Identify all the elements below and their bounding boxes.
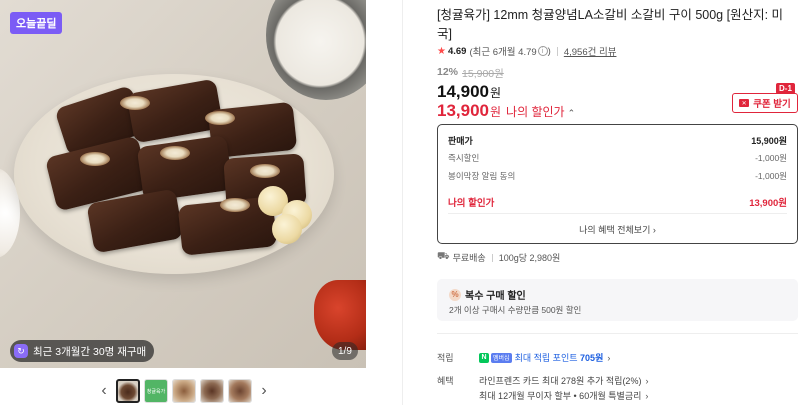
original-price: 15,900원 [462, 68, 504, 80]
separator [556, 46, 558, 56]
product-gallery: 오늘끝딜 ↻ 최근 3개월간 30명 재구매 1/9 ‹ 청귤육가 › [0, 0, 366, 405]
kimchi-image [314, 280, 366, 350]
breakdown-final-value: 13,900원 [749, 198, 787, 209]
rating-detail: (최근 6개월 4.79 [469, 47, 537, 58]
divider [448, 213, 787, 214]
benefits-label: 혜택 [437, 376, 454, 386]
benefits-row: 혜택 라인프렌즈 카드 최대 278원 추가 적립(2%) › 최대 12개월 무… [437, 374, 648, 404]
separator [491, 253, 493, 262]
bulk-discount-desc: 2개 이상 구매시 수량만큼 500원 할인 [449, 305, 582, 315]
chevron-up-icon: ⌃ [567, 108, 576, 118]
my-price-label: 나의 할인가 [506, 105, 565, 119]
breakdown-value: -1,000원 [755, 153, 787, 163]
image-counter: 1/9 [332, 342, 358, 360]
rating-detail-end: ) [547, 45, 551, 57]
restock-text: 최근 3개월간 30명 재구매 [33, 345, 147, 358]
coupon-icon: ✕ [739, 99, 750, 107]
sale-price-unit: 원 [490, 86, 502, 100]
benefit-text: 라인프렌즈 카드 최대 278원 추가 적립(2%) [479, 376, 642, 386]
view-all-benefits-link[interactable]: 나의 혜택 전체보기 › [438, 223, 797, 236]
my-price-unit: 원 [490, 105, 502, 119]
thumbnail-5[interactable] [228, 379, 252, 403]
divider [437, 333, 798, 334]
benefit-item[interactable]: 라인프렌즈 카드 최대 278원 추가 적립(2%) › [479, 374, 648, 389]
truck-icon: ⛟ [437, 251, 450, 262]
garlic-image [272, 214, 302, 244]
repurchase-icon: ↻ [14, 344, 28, 358]
breakdown-label: 봉이막장 알림 동의 [448, 171, 516, 181]
benefit-item[interactable]: 최대 12개월 무이자 할부 • 60개월 특별금리 › [479, 389, 648, 404]
discount-row: 12% 15,900원 [437, 66, 504, 81]
thumbnail-strip: ‹ 청귤육가 › [96, 377, 272, 405]
breakdown-row: 봉이막장 알림 동의 -1,000원 [448, 170, 787, 182]
discount-rate: 12% [437, 66, 459, 78]
restock-badge: ↻ 최근 3개월간 30명 재구매 [10, 340, 155, 362]
rating-row: ★ 4.69 (최근 6개월 4.79 i ) 4,956건 리뷰 [437, 44, 617, 59]
star-icon: ★ [437, 45, 446, 57]
main-product-image[interactable]: 오늘끝딜 ↻ 최근 3개월간 30명 재구매 1/9 [0, 0, 366, 368]
sale-price: 14,900 원 [437, 82, 501, 102]
sale-price-value: 14,900 [437, 82, 489, 101]
membership-badge: 멤버십 [491, 352, 512, 363]
points-label: 적립 [437, 353, 454, 363]
bulk-title-text: 복수 구매 할인 [465, 291, 526, 302]
breakdown-final-label: 나의 할인가 [448, 198, 495, 209]
breakdown-value: -1,000원 [755, 171, 787, 181]
panel-divider [402, 0, 403, 405]
my-discount-price[interactable]: 13,900 원 나의 할인가 ⌃ [437, 101, 575, 121]
breakdown-row: 즉시할인 -1,000원 [448, 152, 787, 164]
thumb-next-icon[interactable]: › [256, 379, 272, 403]
thumbnail-3[interactable] [172, 379, 196, 403]
breakdown-label: 판매가 [448, 136, 473, 146]
coupon-label: 쿠폰 받기 [753, 99, 791, 110]
thumb-prev-icon[interactable]: ‹ [96, 379, 112, 403]
points-prefix: 최대 적립 포인트 [514, 353, 578, 363]
points-text: 최대 적립 포인트 705원 [515, 351, 604, 364]
unit-price-text: 100g당 2,980원 [498, 253, 561, 263]
thumbnail-2[interactable]: 청귤육가 [144, 379, 168, 403]
my-price-value: 13,900 [437, 101, 489, 120]
breakdown-label: 즉시할인 [448, 153, 480, 163]
bulk-discount-box: % 복수 구매 할인 2개 이상 구매시 수량만큼 500원 할인 [437, 279, 798, 321]
points-value: 705원 [580, 353, 604, 363]
npay-badge: N 멤버십 [479, 352, 512, 363]
review-count-link[interactable]: 4,956건 리뷰 [564, 44, 617, 58]
breakdown-value: 15,900원 [751, 136, 787, 146]
npay-icon: N [479, 352, 489, 363]
info-icon[interactable]: i [537, 46, 548, 56]
shipping-row: ⛟ 무료배송 100g당 2,980원 [437, 251, 560, 264]
points-row[interactable]: 적립 N 멤버십 최대 적립 포인트 705원 › [437, 351, 610, 364]
product-title: [청귤육가] 12mm 청귤양념LA소갈비 소갈비 구이 500g [원산지: … [437, 8, 784, 41]
thumbnail-2-text: 청귤육가 [146, 388, 166, 395]
chevron-right-icon: › [645, 376, 649, 386]
bulk-discount-title: % 복수 구매 할인 [449, 287, 526, 302]
benefit-text: 최대 12개월 무이자 할부 • 60개월 특별금리 [479, 391, 642, 401]
discount-icon: % [449, 288, 461, 301]
chevron-right-icon: › [607, 352, 611, 363]
coupon-button[interactable]: ✕ 쿠폰 받기 [732, 93, 798, 113]
thumbnail-4[interactable] [200, 379, 224, 403]
breakdown-final-row: 나의 할인가 13,900원 [448, 195, 787, 209]
chevron-right-icon: › [645, 391, 649, 401]
breakdown-row: 판매가 15,900원 [448, 134, 787, 147]
free-shipping-text: 무료배송 [452, 253, 486, 263]
benefits-list: 라인프렌즈 카드 최대 278원 추가 적립(2%) › 최대 12개월 무이자 … [479, 374, 648, 404]
thumbnail-1[interactable] [116, 379, 140, 403]
rice-bowl-image [266, 0, 366, 100]
price-breakdown-box: 판매가 15,900원 즉시할인 -1,000원 봉이막장 알림 동의 -1,0… [437, 124, 798, 244]
today-deal-badge: 오늘끝딜 [10, 12, 63, 34]
rating-value: 4.69 [447, 45, 467, 57]
